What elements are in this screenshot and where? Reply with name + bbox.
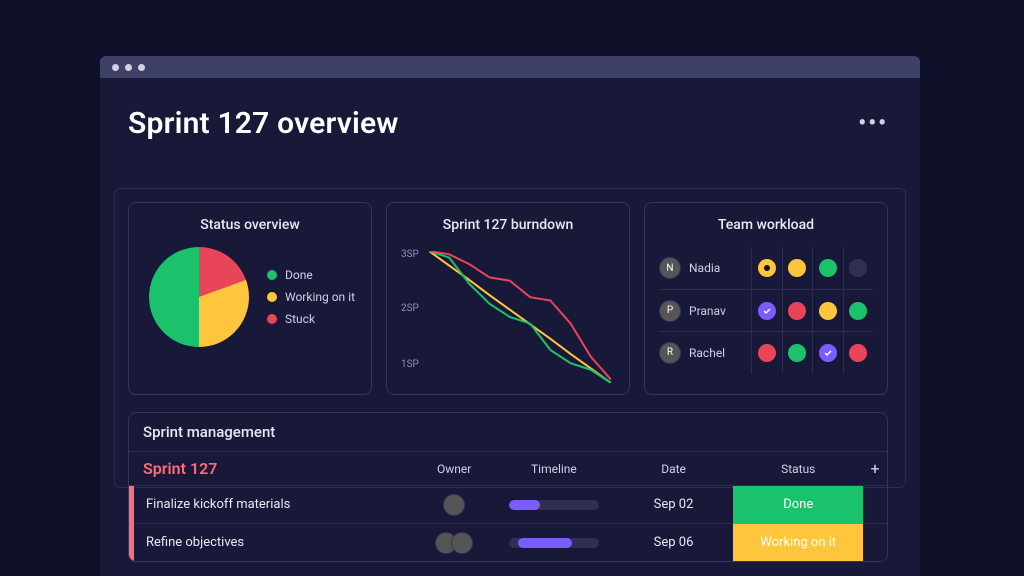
timeline-cell[interactable] (494, 500, 614, 510)
workload-chip (758, 302, 776, 320)
status-cell[interactable]: Done (733, 486, 863, 524)
workload-cell[interactable] (751, 290, 782, 332)
workload-cell[interactable] (782, 247, 813, 289)
page-title: Sprint 127 overview (128, 106, 399, 141)
workload-person[interactable]: R Rachel (659, 342, 751, 364)
col-header-owner: Owner (414, 462, 494, 476)
avatar (451, 532, 473, 554)
workload-cell[interactable] (782, 332, 813, 374)
person-name: Nadia (689, 261, 720, 275)
timeline-bar (509, 500, 541, 510)
task-row[interactable]: Refine objectives Sep 06Working on it (129, 523, 887, 561)
legend-swatch (267, 270, 277, 280)
status-legend: Done Working on it Stuck (267, 268, 355, 326)
workload-person[interactable]: N Nadia (659, 257, 751, 279)
person-name: Rachel (689, 346, 725, 360)
avatar (443, 494, 465, 516)
date-cell[interactable]: Sep 06 (614, 535, 734, 550)
col-header-timeline: Timeline (494, 462, 614, 476)
avatar: N (659, 257, 681, 279)
task-name[interactable]: Refine objectives (134, 535, 414, 550)
board-header-row: Sprint 127 Owner Timeline Date Status + (129, 451, 887, 485)
date-cell[interactable]: Sep 02 (614, 497, 734, 512)
sprint-group-label[interactable]: Sprint 127 (129, 459, 414, 478)
workload-chip (788, 259, 806, 277)
legend-item: Stuck (267, 312, 355, 326)
workload-person[interactable]: P Pranav (659, 300, 751, 322)
traffic-light-dot (125, 64, 132, 71)
legend-item: Working on it (267, 290, 355, 304)
col-header-status: Status (733, 462, 863, 476)
workload-row: N Nadia (659, 247, 873, 289)
status-pie-chart (149, 247, 249, 347)
owner-cell[interactable] (414, 532, 494, 554)
y-tick: 1SP (401, 359, 419, 370)
timeline-bar (518, 538, 572, 548)
more-icon[interactable]: ••• (858, 111, 888, 136)
avatar: R (659, 342, 681, 364)
timeline-cell[interactable] (494, 538, 614, 548)
col-header-date: Date (614, 462, 734, 476)
person-name: Pranav (689, 304, 726, 318)
legend-label: Done (285, 268, 313, 282)
app-window: Sprint 127 overview ••• Status overview … (100, 78, 920, 576)
workload-cell[interactable] (751, 332, 782, 374)
workload-chip (849, 344, 867, 362)
window-chrome (100, 56, 920, 78)
workload-chip (788, 344, 806, 362)
card-burndown: Sprint 127 burndown 3SP 2SP 1SP (386, 202, 630, 395)
workload-chip (849, 259, 867, 277)
traffic-light-dot (112, 64, 119, 71)
task-name[interactable]: Finalize kickoff materials (134, 497, 414, 512)
workload-cell[interactable] (782, 290, 813, 332)
legend-label: Working on it (285, 290, 355, 304)
workload-cell[interactable] (843, 290, 874, 332)
card-status-overview: Status overview Done Working on it Stuck (128, 202, 372, 395)
card-title: Team workload (659, 217, 873, 233)
workload-chip (819, 344, 837, 362)
traffic-light-dot (138, 64, 145, 71)
workload-chip (819, 259, 837, 277)
legend-swatch (267, 314, 277, 324)
status-cell[interactable]: Working on it (733, 524, 863, 562)
workload-cell[interactable] (843, 247, 874, 289)
owner-cell[interactable] (414, 494, 494, 516)
workload-cell[interactable] (812, 290, 843, 332)
legend-item: Done (267, 268, 355, 282)
workload-cell[interactable] (812, 332, 843, 374)
legend-label: Stuck (285, 312, 315, 326)
card-team-workload: Team workload N Nadia P Pranav R Rachel (644, 202, 888, 395)
sprint-management-board: Sprint management Sprint 127 Owner Timel… (128, 412, 888, 562)
card-title: Status overview (143, 217, 357, 233)
workload-cell[interactable] (812, 247, 843, 289)
task-row[interactable]: Finalize kickoff materials Sep 02Done (129, 485, 887, 523)
legend-swatch (267, 292, 277, 302)
card-title: Sprint 127 burndown (401, 217, 615, 233)
workload-chip (758, 344, 776, 362)
y-tick: 3SP (401, 249, 419, 260)
burndown-plot (429, 251, 611, 383)
workload-chip (788, 302, 806, 320)
workload-chip (758, 259, 776, 277)
add-column-icon[interactable]: + (863, 459, 887, 478)
y-tick: 2SP (401, 303, 419, 314)
workload-chip (819, 302, 837, 320)
avatar: P (659, 300, 681, 322)
workload-row: P Pranav (659, 289, 873, 331)
workload-cell[interactable] (751, 247, 782, 289)
workload-table: N Nadia P Pranav R Rachel (659, 247, 873, 373)
board-title: Sprint management (129, 413, 887, 451)
workload-chip (849, 302, 867, 320)
workload-cell[interactable] (843, 332, 874, 374)
workload-row: R Rachel (659, 331, 873, 373)
burndown-series (429, 251, 611, 383)
